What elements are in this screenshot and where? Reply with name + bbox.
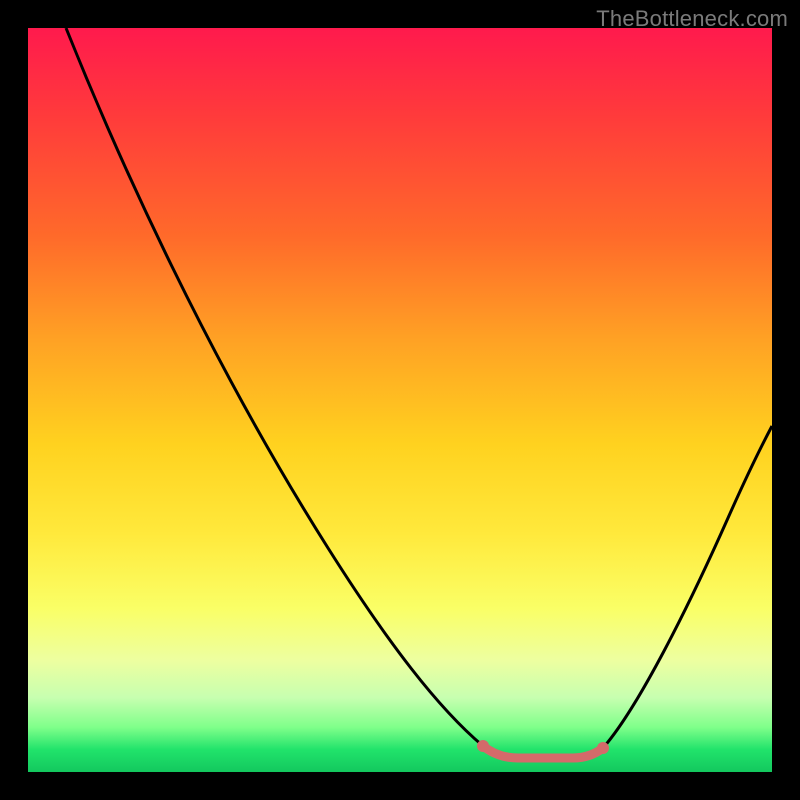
watermark-text: TheBottleneck.com [596,6,788,32]
curve-flat-bottom [483,746,603,758]
bottleneck-curve [28,28,772,772]
curve-left-dot [477,740,489,752]
chart-plot-area [28,28,772,772]
curve-right-branch [603,426,772,748]
curve-right-dot [597,742,609,754]
curve-left-branch [66,28,483,746]
